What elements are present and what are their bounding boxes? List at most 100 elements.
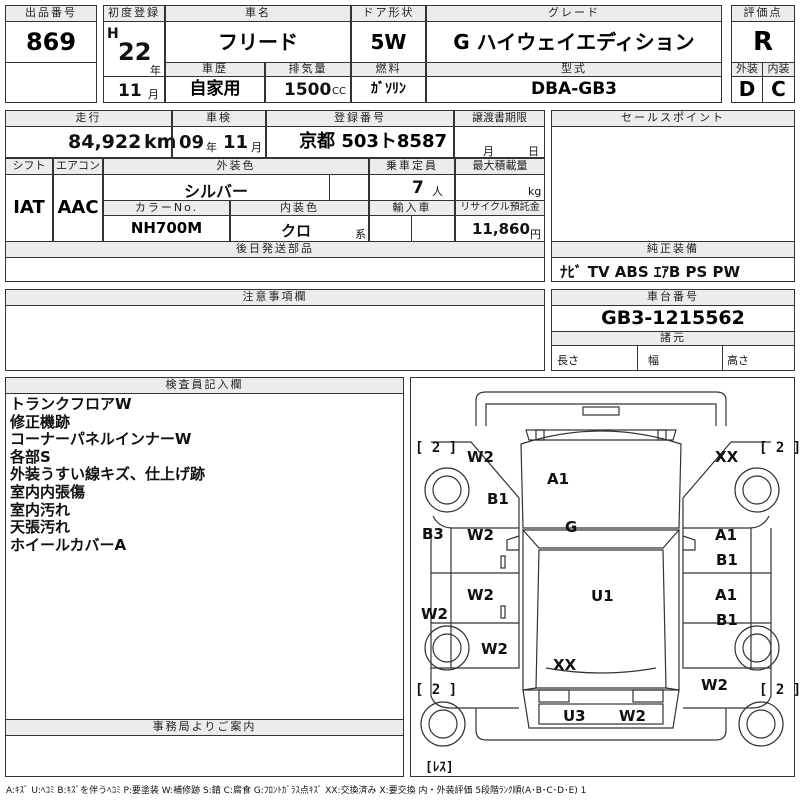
color-number-label: カラーNo. [103, 200, 230, 216]
damage-mark: B1 [716, 551, 738, 569]
width-box: 幅 [637, 345, 723, 371]
interior-color-value: クロ [281, 222, 312, 240]
inspector-label: 検査員記入欄 [5, 377, 404, 394]
exterior-color-label: 外装色 [103, 158, 369, 175]
remark-line: トランクフロアW [10, 395, 132, 413]
damage-mark: U1 [591, 587, 614, 605]
model-label: 型式 [426, 62, 722, 77]
inspection-month: 11 [223, 132, 249, 153]
interior-score: C [762, 76, 795, 103]
remark-line: 室内汚れ [10, 500, 71, 519]
lot-number-value: 869 [5, 21, 97, 63]
door-type-value: 5W [351, 21, 426, 63]
registration-number-value: 京都 503ト8587 [266, 126, 454, 158]
remark-line: 各部S [10, 447, 51, 466]
fuel-label: 燃料 [351, 62, 426, 77]
inspection-year: 09 [179, 132, 205, 153]
interior-color-label: 内装色 [230, 200, 369, 216]
aircon-label: エアコン [53, 158, 103, 175]
import-car-label: 輸入車 [369, 200, 455, 216]
remark-line: 修正機跡 [10, 412, 71, 431]
equipment-label: 純正装備 [551, 241, 795, 258]
damage-mark: B3 [422, 525, 444, 543]
damage-mark: W2 [481, 640, 508, 658]
transfer-day-unit: 日 [528, 145, 539, 158]
chassis-number-value: GB3-1215562 [551, 305, 795, 332]
car-name-value: フリード [165, 21, 351, 63]
tire-rear-left-tread: [ 2 ] [415, 682, 458, 698]
max-load-label: 最大積載量 [455, 158, 545, 175]
mileage-box: 84,922 km [5, 126, 176, 158]
capacity-unit: 人 [432, 185, 443, 198]
displacement-unit: CC [332, 86, 346, 97]
height-label: 高さ [727, 354, 749, 367]
damage-mark: U3 [563, 707, 586, 725]
damage-mark: A1 [715, 586, 738, 604]
exterior-color-extra [329, 174, 369, 201]
office-info-label: 事務局よりご案内 [5, 719, 404, 736]
first-registration-year-box: H 22 年 [103, 21, 165, 77]
model-value: DBA-GB3 [426, 76, 722, 103]
first-registration-label: 初度登録 [103, 5, 165, 22]
recycle-deposit-label: リサイクル預託金 [455, 200, 545, 216]
interior-color-unit: 系 [355, 228, 366, 241]
exterior-score: D [731, 76, 763, 103]
damage-mark: A1 [547, 470, 570, 488]
notes-label: 注意事項欄 [5, 289, 545, 306]
tire-front-right-tread: [ 2 ] [759, 440, 800, 456]
interior-color-box: クロ 系 [230, 215, 369, 242]
office-info-box [5, 735, 404, 777]
inspector-remarks: トランクフロアW 修正機跡 コーナーパネルインナーW 各部S 外装うすい線キズ、… [5, 393, 404, 720]
transfer-month-unit: 月 [483, 145, 494, 158]
width-label: 幅 [648, 354, 659, 367]
exterior-color-box: シルバー [103, 174, 330, 201]
exterior-color-value: シルバー [184, 182, 249, 201]
later-parts-box [5, 257, 545, 282]
grade-value: G ハイウェイエディション [426, 21, 722, 63]
damage-mark: W2 [421, 605, 448, 623]
notes-box [5, 305, 545, 371]
spare-tire-status: [ﾚｽ] [425, 760, 454, 775]
capacity-box: 7 人 [369, 174, 455, 201]
history-value: 自家用 [165, 76, 265, 103]
displacement-label: 排気量 [265, 62, 351, 77]
max-load-box: kg [455, 174, 545, 201]
chassis-number-label: 車台番号 [551, 289, 795, 306]
damage-mark: XX [553, 656, 577, 674]
era-letter: H [107, 26, 119, 42]
damage-mark: W2 [701, 676, 728, 694]
exterior-label: 外装 [731, 62, 763, 77]
transfer-deadline-label: 譲渡書期限 [454, 110, 545, 127]
remark-line: ホイールカバーA [10, 535, 127, 554]
capacity-value: 7 [412, 178, 424, 198]
first-registration-year: 22 [118, 38, 152, 66]
equipment-box: ﾅﾋﾞ TV ABS ｴｱB PS PW [551, 257, 795, 282]
max-load-unit: kg [528, 185, 542, 198]
length-box: 長さ [551, 345, 638, 371]
grade-label: グレード [426, 5, 722, 22]
shift-label: シフト [5, 158, 53, 175]
displacement-box: 1500 CC [265, 76, 351, 103]
equipment-items: ﾅﾋﾞ TV ABS ｴｱB PS PW [560, 263, 741, 281]
damage-mark: A1 [715, 526, 738, 544]
registration-number-label: 登録番号 [266, 110, 454, 127]
damage-mark: B1 [716, 611, 738, 629]
damage-mark: W2 [467, 586, 494, 604]
transfer-deadline-box: 月 日 [454, 126, 545, 158]
score-value: R [731, 21, 795, 63]
inspection-label: 車検 [172, 110, 266, 127]
first-registration-month-box: 11 月 [103, 76, 165, 103]
inspection-year-unit: 年 [206, 141, 217, 154]
door-type-label: ドア形状 [351, 5, 426, 22]
history-label: 車歴 [165, 62, 265, 77]
import-car-box-left [369, 215, 412, 242]
capacity-label: 乗車定員 [369, 158, 455, 175]
later-parts-label: 後日発送部品 [5, 241, 545, 258]
displacement-value: 1500 [284, 80, 332, 100]
damage-legend: A:ｷｽﾞ U:ﾍｺﾐ B:ｷｽﾞを伴うﾍｺﾐ P:要塗装 W:補修跡 S:錆 … [6, 786, 587, 796]
interior-label: 内装 [762, 62, 795, 77]
recycle-deposit-box: 11,860 円 [455, 215, 545, 242]
remark-line: コーナーパネルインナーW [10, 430, 192, 449]
mileage-value: 84,922 [68, 131, 142, 153]
recycle-deposit-value: 11,860 [472, 220, 530, 238]
